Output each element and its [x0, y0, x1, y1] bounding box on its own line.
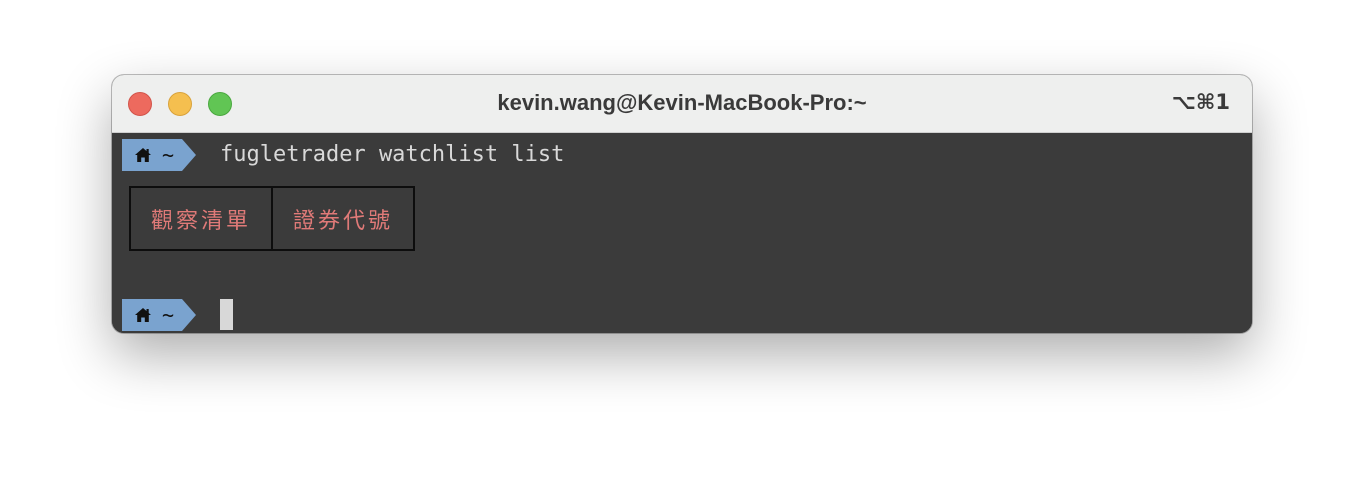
watchlist-table: 觀察清單 證券代號 — [129, 186, 416, 251]
window-shortcut: ⌥⌘1 — [1171, 90, 1230, 114]
prompt-segment: ~ — [122, 299, 183, 331]
title-bar: kevin.wang@Kevin-MacBook-Pro:~ ⌥⌘1 — [112, 75, 1252, 133]
prompt: ~ — [122, 139, 197, 171]
text-cursor — [220, 299, 233, 330]
prompt-path: ~ — [162, 143, 175, 167]
prompt-segment: ~ — [122, 139, 183, 171]
prompt: ~ — [122, 299, 197, 331]
table-header-watchlist: 觀察清單 — [151, 208, 252, 234]
terminal-content[interactable]: ~ fugletrader watchlist list 觀察清單 證券代號 ~ — [112, 133, 1252, 333]
home-icon — [134, 307, 152, 323]
prompt-arrow — [182, 299, 197, 331]
terminal-window: kevin.wang@Kevin-MacBook-Pro:~ ⌥⌘1 ~ fug… — [112, 75, 1252, 333]
home-icon — [134, 147, 152, 163]
prompt-path: ~ — [162, 303, 175, 327]
table-header-symbol: 證券代號 — [271, 188, 413, 249]
prompt-arrow — [182, 139, 197, 171]
window-title: kevin.wang@Kevin-MacBook-Pro:~ — [497, 90, 867, 115]
command-text: fugletrader watchlist list — [220, 142, 565, 167]
